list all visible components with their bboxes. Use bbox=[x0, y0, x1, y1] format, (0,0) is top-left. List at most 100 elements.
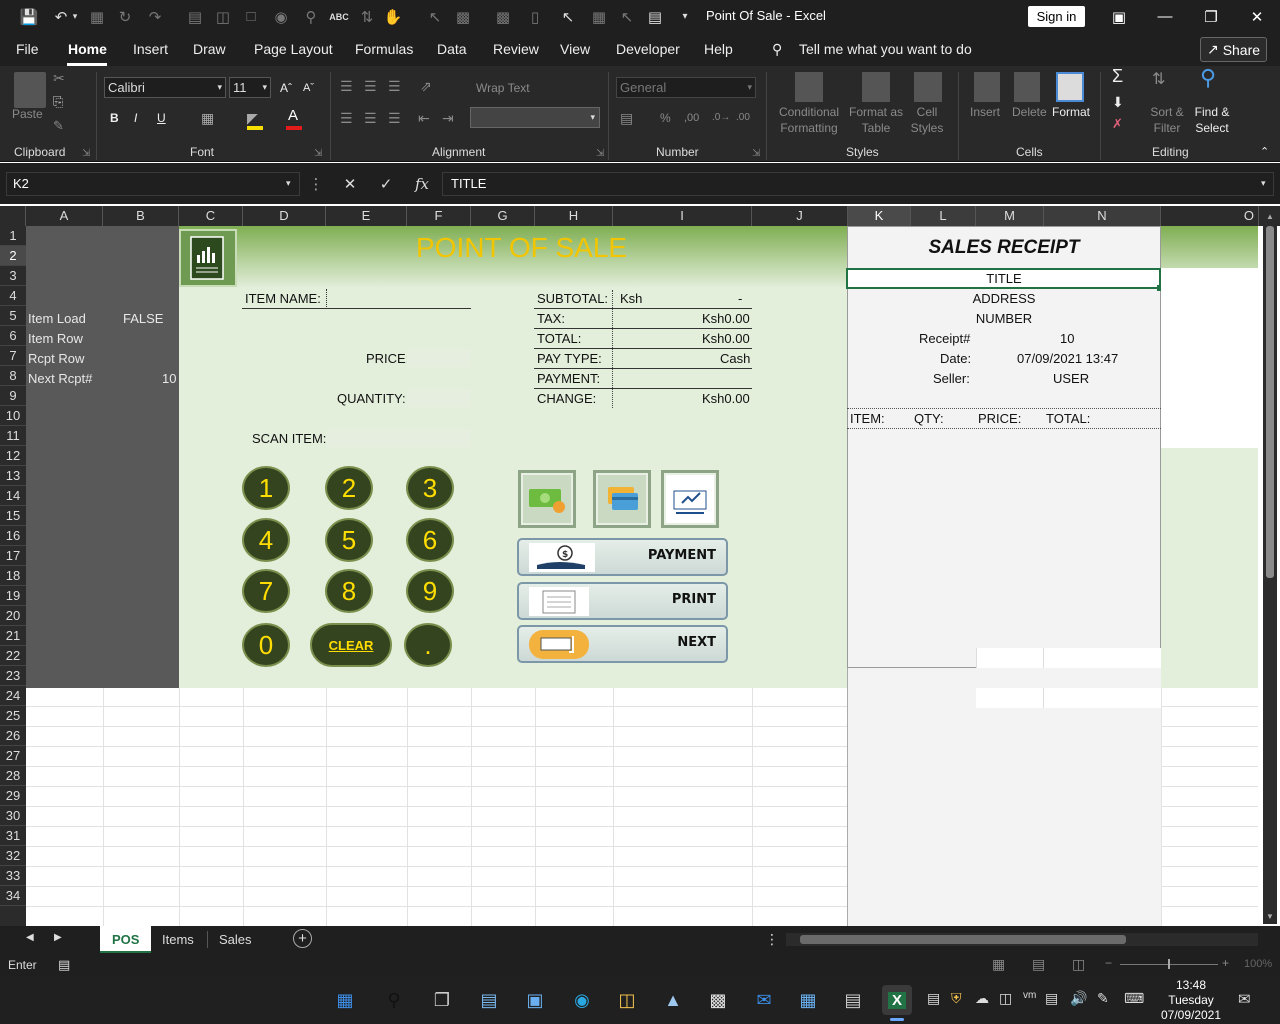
ribbon-display-options-icon[interactable]: ▣ bbox=[1096, 0, 1142, 33]
taskbar-clock[interactable]: 13:48 Tuesday 07/09/2021 bbox=[1160, 978, 1222, 1023]
copy-icon[interactable]: ⎘ bbox=[53, 94, 63, 110]
zoom-in-icon[interactable]: + bbox=[1222, 956, 1229, 970]
tab-file[interactable]: File bbox=[16, 41, 39, 57]
column-header-c[interactable]: C bbox=[179, 206, 243, 226]
row-header-22[interactable]: 22 bbox=[0, 646, 26, 666]
scan-item-input[interactable] bbox=[326, 429, 470, 447]
clear-icon[interactable]: ✗ bbox=[1112, 116, 1123, 132]
column-header-l[interactable]: L bbox=[911, 206, 976, 226]
row-header-7[interactable]: 7 bbox=[0, 346, 26, 366]
minimize-button[interactable]: — bbox=[1142, 0, 1188, 33]
cheque-payment-button[interactable] bbox=[661, 470, 719, 528]
row-header-5[interactable]: 5 bbox=[0, 306, 26, 326]
row-header-21[interactable]: 21 bbox=[0, 626, 26, 646]
clipboard-launcher-icon[interactable]: ⇲ bbox=[82, 146, 90, 162]
pay-type-value[interactable]: Cash bbox=[720, 351, 750, 366]
row-header-4[interactable]: 4 bbox=[0, 286, 26, 306]
tab-insert[interactable]: Insert bbox=[133, 41, 168, 57]
keypad-4[interactable]: 4 bbox=[242, 518, 290, 562]
column-header-o[interactable]: O bbox=[1161, 206, 1259, 226]
next-sheet-icon[interactable]: ▶ bbox=[54, 932, 62, 943]
tray-vm-icon[interactable]: vm bbox=[1023, 990, 1036, 1001]
tab-draw[interactable]: Draw bbox=[193, 41, 226, 57]
chart-app-icon[interactable]: ▦ bbox=[793, 985, 823, 1015]
row-header-30[interactable]: 30 bbox=[0, 806, 26, 826]
row-header-31[interactable]: 31 bbox=[0, 826, 26, 846]
column-header-h[interactable]: H bbox=[535, 206, 613, 226]
row-header-20[interactable]: 20 bbox=[0, 606, 26, 626]
borders-icon[interactable]: ▦ bbox=[201, 110, 214, 126]
tray-shield-icon[interactable]: ⛨ bbox=[951, 990, 962, 1007]
keypad-decimal[interactable]: . bbox=[404, 623, 452, 667]
task-view-icon[interactable]: ❐ bbox=[427, 985, 457, 1015]
zoom-out-icon[interactable]: − bbox=[1105, 956, 1112, 970]
search-icon[interactable]: ⚲ bbox=[379, 985, 409, 1015]
add-sheet-button[interactable]: + bbox=[293, 929, 312, 948]
scroll-up-icon[interactable]: ▲ bbox=[1266, 212, 1274, 221]
price-input[interactable] bbox=[407, 349, 470, 367]
keypad-1[interactable]: 1 bbox=[242, 466, 290, 510]
report-icon[interactable] bbox=[179, 229, 237, 287]
format-painter-icon[interactable]: ✎ bbox=[53, 118, 64, 134]
paste-button[interactable]: Paste bbox=[12, 106, 43, 122]
share-button[interactable]: ↗ Share bbox=[1200, 37, 1267, 62]
zoom-level[interactable]: 100% bbox=[1244, 958, 1272, 970]
tab-developer[interactable]: Developer bbox=[616, 41, 680, 57]
alignment-launcher-icon[interactable]: ⇲ bbox=[596, 146, 604, 162]
row-header-10[interactable]: 10 bbox=[0, 406, 26, 426]
confirm-entry-icon[interactable]: ✓ bbox=[373, 172, 399, 196]
font-launcher-icon[interactable]: ⇲ bbox=[314, 146, 322, 162]
worksheet[interactable]: Item Load FALSE Item Row Rcpt Row Next R… bbox=[26, 226, 1258, 926]
sign-in-button[interactable]: Sign in bbox=[1028, 6, 1085, 27]
keypad-3[interactable]: 3 bbox=[406, 466, 454, 510]
customize-qat-icon[interactable]: ▾ bbox=[674, 0, 696, 33]
sheet-tab-sales[interactable]: Sales bbox=[207, 926, 264, 953]
column-header-a[interactable]: A bbox=[26, 206, 103, 226]
row-header-14[interactable]: 14 bbox=[0, 486, 26, 506]
name-box-dropdown-icon[interactable]: ▾ bbox=[286, 178, 291, 189]
keypad-8[interactable]: 8 bbox=[325, 569, 373, 613]
tell-me-search[interactable]: Tell me what you want to do bbox=[799, 41, 972, 57]
tab-data[interactable]: Data bbox=[437, 41, 467, 57]
cut-icon[interactable]: ✂ bbox=[53, 70, 65, 86]
spelling-icon[interactable]: ABC bbox=[328, 0, 350, 33]
column-header-f[interactable]: F bbox=[407, 206, 471, 226]
row-header-34[interactable]: 34 bbox=[0, 886, 26, 906]
paste-icon[interactable] bbox=[14, 72, 46, 108]
column-header-n[interactable]: N bbox=[1044, 206, 1161, 226]
underline-button[interactable]: U bbox=[157, 110, 166, 126]
close-button[interactable]: ✕ bbox=[1234, 0, 1280, 33]
column-header-i[interactable]: I bbox=[613, 206, 752, 226]
save-icon[interactable]: 💾 bbox=[18, 0, 40, 33]
tab-review[interactable]: Review bbox=[493, 41, 539, 57]
column-header-j[interactable]: J bbox=[752, 206, 848, 226]
card-payment-button[interactable] bbox=[593, 470, 651, 528]
find-select-icon[interactable]: ⚲ bbox=[1200, 67, 1216, 89]
fill-icon[interactable]: ⬇ bbox=[1112, 94, 1124, 110]
tray-icon-4[interactable]: ◫ bbox=[999, 990, 1012, 1007]
keypad-6[interactable]: 6 bbox=[406, 518, 454, 562]
keypad-5[interactable]: 5 bbox=[325, 518, 373, 562]
expand-formula-icon[interactable]: ▾ bbox=[1261, 178, 1266, 189]
row-header-24[interactable]: 24 bbox=[0, 686, 26, 706]
control-panel-icon[interactable]: ▣ bbox=[520, 985, 550, 1015]
payment-input[interactable] bbox=[614, 369, 752, 387]
photos-icon[interactable]: ▲ bbox=[658, 985, 688, 1015]
row-header-13[interactable]: 13 bbox=[0, 466, 26, 486]
row-header-33[interactable]: 33 bbox=[0, 866, 26, 886]
row-header-32[interactable]: 32 bbox=[0, 846, 26, 866]
sheet-tab-items[interactable]: Items bbox=[150, 926, 206, 953]
row-header-29[interactable]: 29 bbox=[0, 786, 26, 806]
item-name-input[interactable] bbox=[326, 289, 327, 307]
tab-view[interactable]: View bbox=[560, 41, 590, 57]
find-select-button[interactable]: Find & Select bbox=[1188, 104, 1236, 136]
zoom-slider-thumb[interactable] bbox=[1168, 959, 1170, 969]
number-launcher-icon[interactable]: ⇲ bbox=[752, 146, 760, 162]
keypad-7[interactable]: 7 bbox=[242, 569, 290, 613]
volume-icon[interactable]: 🔊 bbox=[1070, 990, 1087, 1007]
horizontal-scroll-thumb[interactable] bbox=[800, 935, 1126, 944]
row-header-2[interactable]: 2 bbox=[0, 246, 26, 266]
row-header-6[interactable]: 6 bbox=[0, 326, 26, 346]
app-window-icon[interactable]: ▤ bbox=[838, 985, 868, 1015]
format-cells-icon[interactable] bbox=[1056, 72, 1084, 102]
